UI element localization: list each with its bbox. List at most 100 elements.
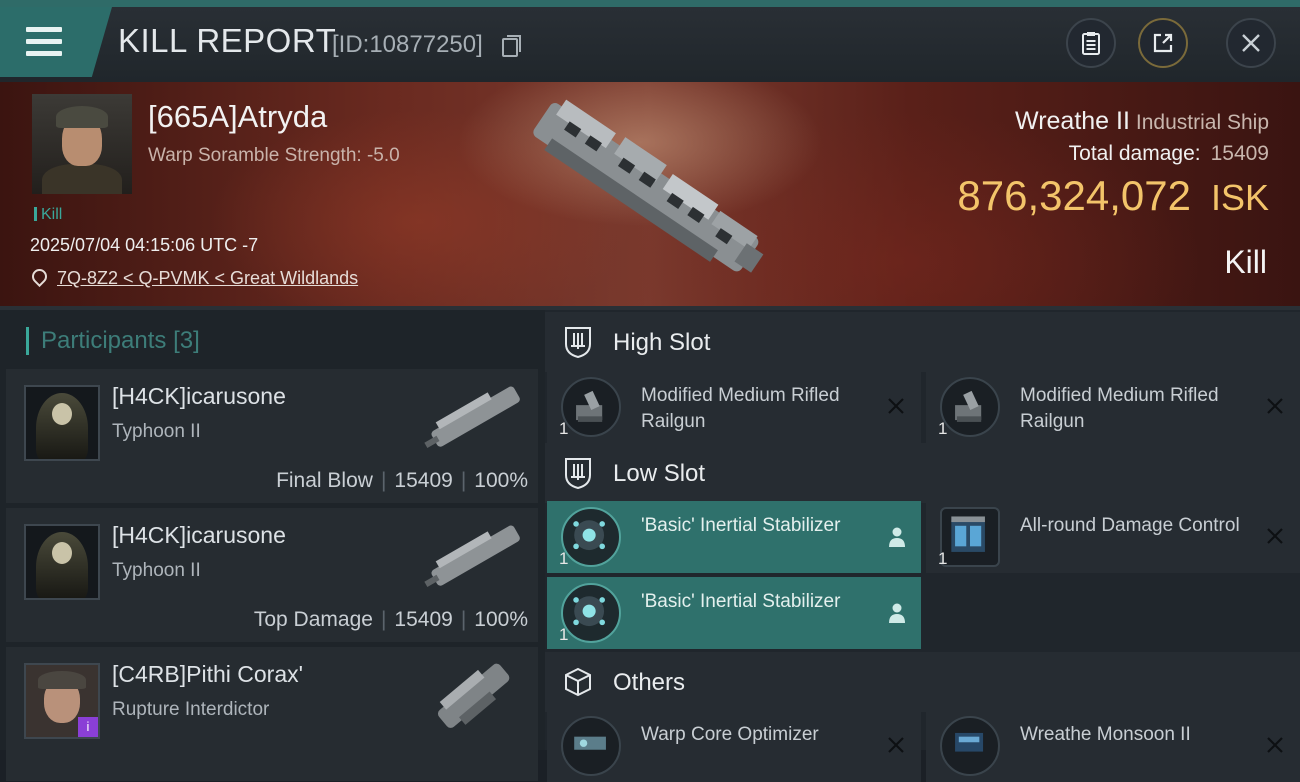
inertial-stabilizer-icon <box>561 583 621 643</box>
low-slot-header: Low Slot <box>545 443 1300 503</box>
participants-count: [3] <box>173 327 200 354</box>
monsoon-icon <box>940 716 1000 776</box>
unfit-x-icon[interactable] <box>885 395 907 417</box>
kill-location[interactable]: 7Q-8Z2 < Q-PVMK < Great Wildlands <box>28 265 358 289</box>
victim-ship[interactable]: Wreathe II Industrial Ship <box>1015 107 1269 136</box>
clipboard-icon <box>1082 32 1100 55</box>
total-damage-label: Total damage: <box>1068 142 1201 165</box>
top-bar: KILL REPORT [ID:10877250] <box>0 0 1300 82</box>
fittings-panel: High Slot 1 Modified Medium Rifled Railg… <box>545 310 1300 782</box>
menu-icon <box>26 27 62 56</box>
low-slot-title: Low Slot <box>613 460 706 487</box>
close-button[interactable] <box>1226 18 1276 68</box>
clipboard-button[interactable] <box>1066 18 1116 68</box>
module-qty: 1 <box>938 549 948 568</box>
others-header: Others <box>545 652 1300 712</box>
unfit-x-icon[interactable] <box>1264 395 1286 417</box>
module-name: Wreathe Monsoon II <box>1020 724 1191 745</box>
module-name: Warp Core Optimizer <box>641 724 819 745</box>
participant-name: [C4RB]Pithi Corax' <box>112 661 304 687</box>
cube-icon <box>565 667 591 697</box>
warp-scramble-strength: Warp Soramble Strength: -5.0 <box>148 145 400 166</box>
damage-control-icon <box>940 507 1000 567</box>
high-slot-header: High Slot <box>545 312 1300 372</box>
unfit-x-icon[interactable] <box>1264 734 1286 756</box>
module-name: Modified Medium Rifled Railgun <box>1020 385 1219 432</box>
participant-ship: Typhoon II <box>112 560 201 581</box>
railgun-icon <box>561 377 621 437</box>
person-icon[interactable] <box>887 526 907 548</box>
close-icon <box>1242 34 1260 52</box>
participants-panel: Participants [3] [H4CK]icarusone Typhoon… <box>0 310 545 781</box>
module-name: Modified Medium Rifled Railgun <box>641 385 840 432</box>
isk-value: 876,324,072 ISK <box>957 172 1269 220</box>
module-item[interactable]: Wreathe Monsoon II <box>926 710 1300 782</box>
participant-damage: 15409 <box>394 608 453 631</box>
participant-stats: Top Damage | 15409 | 100% <box>253 608 528 631</box>
corp-badge-icon: i <box>78 717 98 737</box>
unfit-x-icon[interactable] <box>885 734 907 756</box>
victim-ship-class: Industrial Ship <box>1135 111 1269 134</box>
participant-avatar[interactable]: i <box>24 663 100 739</box>
module-item[interactable]: Warp Core Optimizer <box>547 710 921 782</box>
victim-banner: [665A]Atryda Warp Soramble Strength: -5.… <box>0 82 1300 306</box>
others-title: Others <box>613 669 686 696</box>
person-icon[interactable] <box>887 602 907 624</box>
report-id: [ID:10877250] <box>332 31 483 58</box>
unfit-x-icon[interactable] <box>1264 525 1286 547</box>
module-name: 'Basic' Inertial Stabilizer <box>641 515 841 536</box>
participant-card[interactable]: [H4CK]icarusone Typhoon II Final Blow | 15… <box>6 369 538 503</box>
participant-avatar[interactable] <box>24 524 100 600</box>
module-qty: 1 <box>559 625 569 644</box>
module-item[interactable]: 1 'Basic' Inertial Stabilizer <box>547 577 921 649</box>
total-damage: Total damage: 15409 <box>1069 142 1269 166</box>
isk-unit: ISK <box>1210 177 1269 218</box>
participant-role: Final Blow <box>276 469 373 492</box>
participants-title: Participants [3] <box>26 327 200 355</box>
top-accent-line <box>0 0 1300 7</box>
participant-stats: Final Blow | 15409 | 100% <box>276 469 528 492</box>
participant-ship-image <box>437 663 510 728</box>
module-qty: 1 <box>938 419 948 438</box>
module-item[interactable]: 1 Modified Medium Rifled Railgun <box>547 371 921 443</box>
participant-percent: 100% <box>474 608 528 631</box>
module-qty: 1 <box>559 549 569 568</box>
high-slot-title: High Slot <box>613 329 711 356</box>
location-pin-icon <box>28 265 51 288</box>
victim-name[interactable]: [665A]Atryda <box>148 99 327 135</box>
module-name: 'Basic' Inertial Stabilizer <box>641 591 841 612</box>
victim-ship-image <box>533 99 764 273</box>
share-button[interactable] <box>1138 18 1188 68</box>
participant-ship-image <box>424 525 520 587</box>
copy-icon[interactable] <box>502 35 521 57</box>
participants-label: Participants <box>41 327 167 354</box>
participant-avatar[interactable] <box>24 385 100 461</box>
location-link[interactable]: 7Q-8Z2 < Q-PVMK < Great Wildlands <box>57 268 358 288</box>
total-damage-value: 15409 <box>1210 142 1269 165</box>
participant-percent: 100% <box>474 469 528 492</box>
module-item[interactable]: 1 All-round Damage Control <box>926 501 1300 573</box>
participant-card[interactable]: i [C4RB]Pithi Corax' Rupture Interdictor <box>6 647 538 781</box>
module-qty: 1 <box>559 419 569 438</box>
victim-ship-name: Wreathe II <box>1015 107 1130 135</box>
kill-datetime: 2025/07/04 04:15:06 UTC -7 <box>30 235 259 255</box>
share-icon <box>1153 33 1173 53</box>
high-slot-icon <box>565 327 591 358</box>
module-item[interactable]: 1 'Basic' Inertial Stabilizer <box>547 501 921 573</box>
participant-ship-image <box>424 386 520 448</box>
participant-ship: Typhoon II <box>112 421 201 442</box>
module-name: All-round Damage Control <box>1020 515 1240 536</box>
low-slot-icon <box>565 458 591 489</box>
participant-card[interactable]: [H4CK]icarusone Typhoon II Top Damage | 15… <box>6 508 538 642</box>
isk-amount: 876,324,072 <box>957 172 1191 219</box>
menu-button[interactable] <box>0 7 112 77</box>
participant-damage: 15409 <box>394 469 453 492</box>
module-item[interactable]: 1 Modified Medium Rifled Railgun <box>926 371 1300 443</box>
railgun-icon <box>940 377 1000 437</box>
participant-name: [H4CK]icarusone <box>112 383 286 409</box>
kill-result: Kill <box>1224 244 1267 280</box>
warp-core-optimizer-icon <box>561 716 621 776</box>
participant-role: Top Damage <box>253 608 373 631</box>
victim-portrait[interactable] <box>32 94 132 194</box>
participant-name: [H4CK]icarusone <box>112 522 286 548</box>
